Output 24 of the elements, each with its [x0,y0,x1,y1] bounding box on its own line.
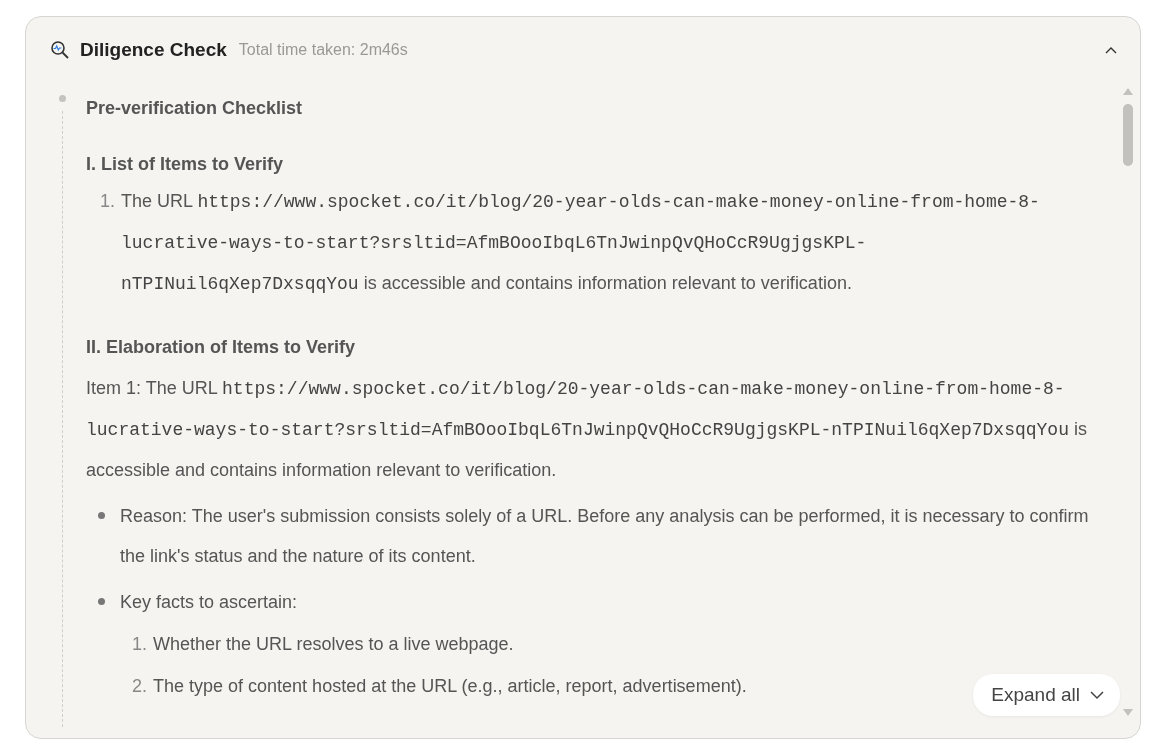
panel-title: Diligence Check [80,39,227,61]
timeline-dot [59,95,66,102]
collapse-icon[interactable] [1104,45,1118,55]
expand-all-button[interactable]: Expand all [973,674,1120,716]
bullet-text: Reason: The user's submission consists solely of a URL. Before any analysis can be performed, it is necessary to confirm the link's status and the nature of its content. [120,506,1089,566]
time-taken: Total time taken: 2m46s [238,41,408,59]
paragraph: Item 1: The URL https://www.spocket.co/it/blog/20-year-olds-can-make-money-online-from-home-8-lucrative-ways-to-start?srsltid=AfmBOooIbqL6TnJwinpQvQHoCcR9UgjgsKPL-nTPINuil6qXep7DxsqqYou is accessible and contains information relevant to verification. [86,377,1088,482]
search-icon [50,40,70,60]
scroll-up-icon[interactable] [1123,87,1133,95]
bullet-icon [98,512,105,519]
list-number: 1. [132,633,147,656]
list-item-text: The type of content hosted at the URL (e.g., article, report, advertisement). [153,675,747,698]
scroll-down-icon[interactable] [1123,709,1133,717]
scrollbar-thumb[interactable] [1123,104,1133,166]
chevron-down-icon [1090,690,1104,700]
section-heading: I. List of Items to Verify [86,153,284,176]
bullet-text: Key facts to ascertain: [120,592,298,612]
list-item-text: The URL https://www.spocket.co/it/blog/20-year-olds-can-make-money-online-from-home-8-lucrative-ways-to-start?srsltid=AfmBOooIbqL6TnJwinpQvQHoCcR9UgjgsKPL-nTPINuil6qXep7DxsqqYou is accessible and contains information relevant to verification. [121,190,1041,296]
bullet-icon [98,598,105,605]
section-heading: II. Elaboration of Items to Verify [86,336,356,359]
list-number: 2. [132,675,147,698]
list-number: 1. [100,190,115,213]
step-heading: Pre-verification Checklist [86,97,303,120]
list-item-text: Whether the URL resolves to a live webpage. [153,633,514,656]
